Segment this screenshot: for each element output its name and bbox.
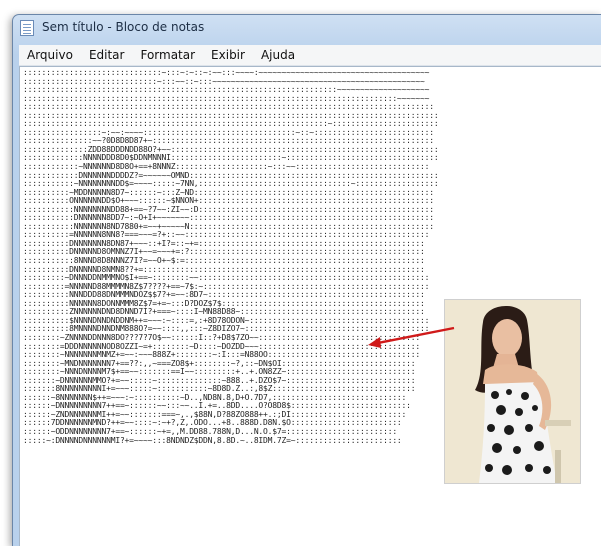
menu-exibir[interactable]: Exibir — [203, 45, 253, 65]
title-bar[interactable]: Sem título - Bloco de notas — [13, 15, 601, 39]
menu-bar: Arquivo Editar Formatar Exibir Ajuda — [19, 45, 601, 66]
menu-editar[interactable]: Editar — [81, 45, 133, 65]
window-title: Sem título - Bloco de notas — [42, 20, 205, 34]
reference-photo — [444, 299, 581, 484]
menu-ajuda[interactable]: Ajuda — [253, 45, 303, 65]
menu-formatar[interactable]: Formatar — [132, 45, 203, 65]
menu-arquivo[interactable]: Arquivo — [19, 45, 81, 65]
notepad-icon — [20, 19, 34, 36]
